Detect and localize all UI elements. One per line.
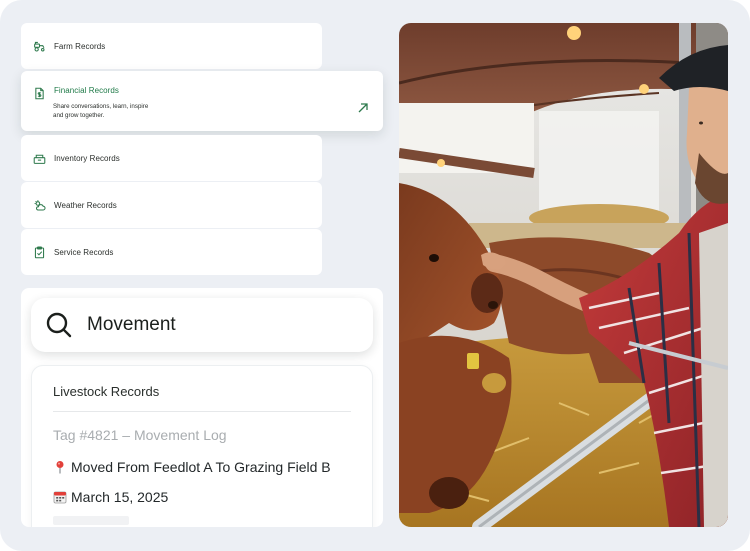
menu-item-weather-records[interactable]: Weather Records xyxy=(21,182,322,228)
cloud-sun-icon xyxy=(32,198,46,212)
menu-item-label: Farm Records xyxy=(54,41,106,51)
menu-item-service-records[interactable]: Service Records xyxy=(21,229,322,275)
menu-item-label: Financial Records xyxy=(54,86,119,95)
calendar-icon xyxy=(53,490,67,504)
divider xyxy=(53,411,351,412)
date-line: March 15, 2025 xyxy=(53,489,168,505)
record-tag-line: Tag #4821 – Movement Log xyxy=(53,427,227,443)
date-text: March 15, 2025 xyxy=(71,489,169,505)
menu-item-description: Share conversations, learn, inspire and … xyxy=(53,102,203,120)
search-panel: Movement Livestock Records Tag #4821 – M… xyxy=(21,288,383,527)
map-pin-icon xyxy=(53,460,67,474)
farmer-with-cattle-photo xyxy=(399,23,728,527)
record-card-title: Livestock Records xyxy=(53,384,160,399)
app-frame: Farm Records Financial Records Share con… xyxy=(0,0,750,551)
movement-line: Moved From Feedlot A To Grazing Field B xyxy=(53,459,331,475)
livestock-record-card[interactable]: Livestock Records Tag #4821 – Movement L… xyxy=(31,365,373,527)
description-line-1: Share conversations, learn, inspire xyxy=(53,103,149,110)
faded-line-placeholder xyxy=(53,516,129,525)
boxes-icon xyxy=(32,151,46,165)
tractor-icon xyxy=(32,39,46,53)
description-line-2: and grow together. xyxy=(53,112,105,119)
search-input[interactable]: Movement xyxy=(31,298,373,352)
menu-item-farm-records[interactable]: Farm Records xyxy=(21,23,322,69)
dollar-document-icon xyxy=(32,86,46,100)
movement-text: Moved From Feedlot A To Grazing Field B xyxy=(71,459,331,475)
menu-item-financial-records[interactable]: Financial Records Share conversations, l… xyxy=(21,71,383,131)
menu-item-inventory-records[interactable]: Inventory Records xyxy=(21,135,322,181)
menu-item-label: Service Records xyxy=(54,247,114,257)
search-icon xyxy=(45,311,73,339)
search-value: Movement xyxy=(87,314,176,335)
clipboard-check-icon xyxy=(32,245,46,259)
menu-item-label: Inventory Records xyxy=(54,153,120,163)
menu-item-label: Weather Records xyxy=(54,200,117,210)
arrow-up-right-icon[interactable] xyxy=(357,101,369,113)
